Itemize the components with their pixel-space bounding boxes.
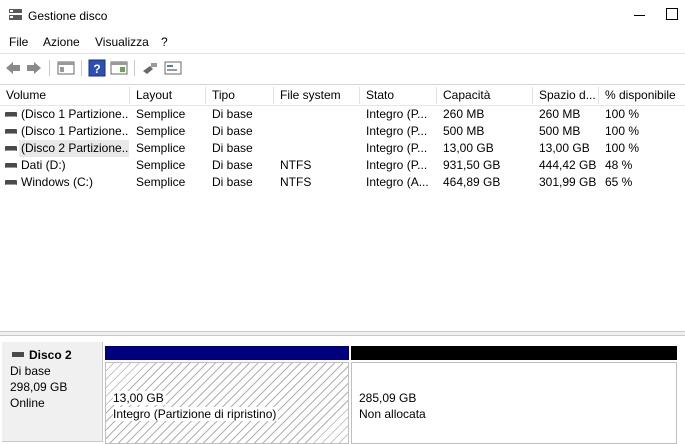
back-arrow-icon[interactable] (4, 59, 22, 77)
cell-stato: Integro (P... (366, 107, 428, 121)
cell-layout: Semplice (136, 124, 186, 138)
window-title: Gestione disco (28, 9, 108, 23)
cell-capacita: 500 MB (443, 124, 485, 138)
menu-bar: File Azione Visualizza ? (0, 31, 685, 52)
menu-help[interactable]: ? (161, 35, 168, 49)
cell-volume: Windows (C:) (21, 175, 94, 189)
column-percent-disponibile[interactable]: % disponibile (599, 87, 685, 104)
partition-status: Integro (Partizione di ripristino) (113, 407, 279, 421)
cell-file-system: NTFS (280, 158, 312, 172)
cell-spazio: 301,99 GB (539, 175, 597, 189)
table-row[interactable]: Dati (D:) Semplice Di base NTFS Integro … (0, 157, 685, 174)
partition-bar (351, 346, 677, 360)
disk-info-panel[interactable]: Disco 2 Di base 298,09 GB Online (2, 342, 103, 442)
cell-spazio: 500 MB (539, 124, 581, 138)
cell-capacita: 260 MB (443, 107, 485, 121)
cell-volume: (Disco 1 Partizione... (21, 124, 128, 138)
partition-size: 285,09 GB (359, 391, 417, 405)
partition-recovery[interactable]: 13,00 GB Integro (Partizione di ripristi… (105, 346, 349, 444)
help-icon[interactable]: ? (88, 59, 106, 77)
disk-management-icon (9, 9, 22, 20)
cell-tipo: Di base (212, 124, 253, 138)
menu-azione[interactable]: Azione (43, 35, 80, 49)
cell-spazio: 13,00 GB (539, 141, 590, 155)
title-bar: Gestione disco (0, 0, 685, 31)
svg-text:?: ? (93, 62, 100, 76)
partition-status: Non allocata (359, 407, 426, 421)
cell-layout: Semplice (136, 107, 186, 121)
partition-size: 13,00 GB (113, 391, 166, 405)
cell-capacita: 464,89 GB (443, 175, 501, 189)
table-row[interactable]: Windows (C:) Semplice Di base NTFS Integ… (0, 174, 685, 191)
cell-tipo: Di base (212, 175, 253, 189)
partition-unallocated[interactable]: 285,09 GB Non allocata (351, 346, 677, 444)
cell-stato: Integro (P... (366, 158, 428, 172)
table-row[interactable]: (Disco 1 Partizione... Semplice Di base … (0, 123, 685, 140)
properties-icon[interactable] (110, 59, 128, 77)
volume-icon (5, 112, 17, 117)
volume-icon (5, 180, 17, 185)
disk-graphical-view: Disco 2 Di base 298,09 GB Online 13,00 G… (0, 336, 685, 444)
cell-volume: (Disco 1 Partizione... (21, 107, 128, 121)
cell-disponibile: 100 % (605, 124, 640, 138)
column-layout[interactable]: Layout (130, 87, 206, 104)
partition-bar (105, 346, 349, 360)
column-spazio-disponibile[interactable]: Spazio d... (533, 87, 599, 104)
column-stato[interactable]: Stato (360, 87, 437, 104)
connect-icon[interactable] (141, 59, 159, 77)
cell-disponibile: 100 % (605, 107, 640, 121)
cell-tipo: Di base (212, 141, 253, 155)
cell-stato: Integro (A... (366, 175, 429, 189)
cell-tipo: Di base (212, 158, 253, 172)
cell-spazio: 444,42 GB (539, 158, 597, 172)
disk-size: 298,09 GB (10, 380, 68, 394)
settings-icon[interactable] (164, 59, 182, 77)
cell-volume: Dati (D:) (21, 158, 66, 172)
cell-stato: Integro (P... (366, 124, 428, 138)
cell-tipo: Di base (212, 107, 253, 121)
column-tipo[interactable]: Tipo (206, 87, 274, 104)
cell-file-system: NTFS (280, 175, 312, 189)
cell-disponibile: 65 % (605, 175, 633, 189)
cell-file-system (280, 106, 360, 123)
column-file-system[interactable]: File system (274, 87, 360, 104)
table-row[interactable]: (Disco 2 Partizione... Semplice Di base … (0, 140, 685, 157)
toolbar: ? (0, 53, 685, 81)
disk-type: Di base (10, 364, 51, 378)
menu-visualizza[interactable]: Visualizza (95, 35, 149, 49)
cell-stato: Integro (P... (366, 141, 428, 155)
cell-capacita: 13,00 GB (443, 141, 494, 155)
toolbar-separator (134, 60, 135, 76)
maximize-button[interactable] (665, 6, 681, 22)
column-capacita[interactable]: Capacità (437, 87, 533, 104)
cell-disponibile: 100 % (605, 141, 640, 155)
cell-disponibile: 48 % (605, 158, 633, 172)
cell-file-system (280, 123, 360, 140)
cell-layout: Semplice (136, 175, 186, 189)
volume-icon (5, 163, 17, 168)
table-row[interactable]: (Disco 1 Partizione... Semplice Di base … (0, 106, 685, 123)
disk-icon (12, 352, 24, 357)
volume-icon (5, 129, 17, 134)
console-tree-icon[interactable] (57, 59, 75, 77)
cell-file-system (280, 140, 360, 157)
disk-status: Online (10, 396, 45, 410)
partition-body: 285,09 GB Non allocata (351, 362, 677, 444)
column-volume[interactable]: Volume (0, 87, 130, 104)
cell-volume: (Disco 2 Partizione... (19, 140, 129, 157)
partition-body: 13,00 GB Integro (Partizione di ripristi… (105, 362, 349, 444)
cell-layout: Semplice (136, 158, 186, 172)
menu-file[interactable]: File (9, 35, 28, 49)
cell-capacita: 931,50 GB (443, 158, 501, 172)
cell-spazio: 260 MB (539, 107, 581, 121)
forward-arrow-icon[interactable] (25, 59, 43, 77)
minimize-button[interactable] (632, 6, 648, 22)
toolbar-separator (49, 60, 50, 76)
toolbar-separator (81, 60, 82, 76)
volume-icon (5, 146, 17, 151)
disk-name: Disco 2 (29, 348, 72, 362)
volume-list: Volume Layout Tipo File system Stato Cap… (0, 84, 685, 331)
cell-layout: Semplice (136, 141, 186, 155)
